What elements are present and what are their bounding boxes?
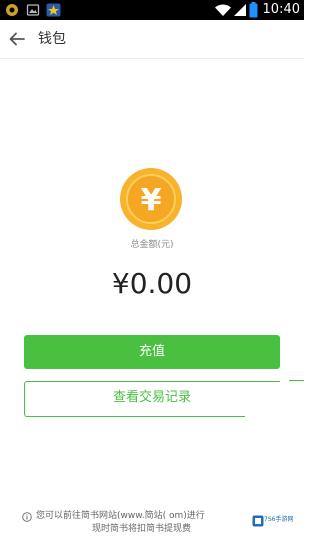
status-bar: 10:40: [0, 0, 304, 20]
balance-amount: ¥0.00: [111, 267, 193, 300]
transaction-records-label[interactable]: 查看交易记录: [24, 381, 280, 415]
coin-symbol: ¥: [141, 183, 162, 218]
yen-coin-icon: ¥: [120, 168, 182, 230]
divider-line: [289, 380, 304, 381]
page-title: 钱包: [38, 31, 66, 47]
recharge-button[interactable]: 充值: [24, 335, 280, 369]
back-arrow-icon[interactable]: [6, 28, 30, 50]
app-bar: 钱包: [0, 20, 304, 59]
android-debug-icon: [6, 4, 18, 16]
info-icon: [22, 512, 32, 522]
wifi-icon: [215, 4, 231, 16]
image-notification-icon: [26, 4, 40, 16]
notice-text-line1: 您可以前往简书网站(www.简站( om)进行: [36, 511, 205, 521]
wallet-screen: 10:40 钱包 ¥ 总金额(元) ¥0.00 充值 查看交易记录 您可以前往简…: [0, 0, 304, 545]
star-app-icon: [46, 3, 61, 17]
watermark-text: 7S6手游网: [264, 516, 294, 523]
signal-icon: [234, 4, 246, 16]
battery-icon: [249, 2, 258, 18]
watermark-icon: [252, 515, 264, 527]
total-amount-label: 总金额(元): [130, 240, 174, 250]
notice-text-line2: 现时简书将扣简书提现费: [92, 524, 192, 534]
status-time: 10:40: [262, 2, 300, 17]
